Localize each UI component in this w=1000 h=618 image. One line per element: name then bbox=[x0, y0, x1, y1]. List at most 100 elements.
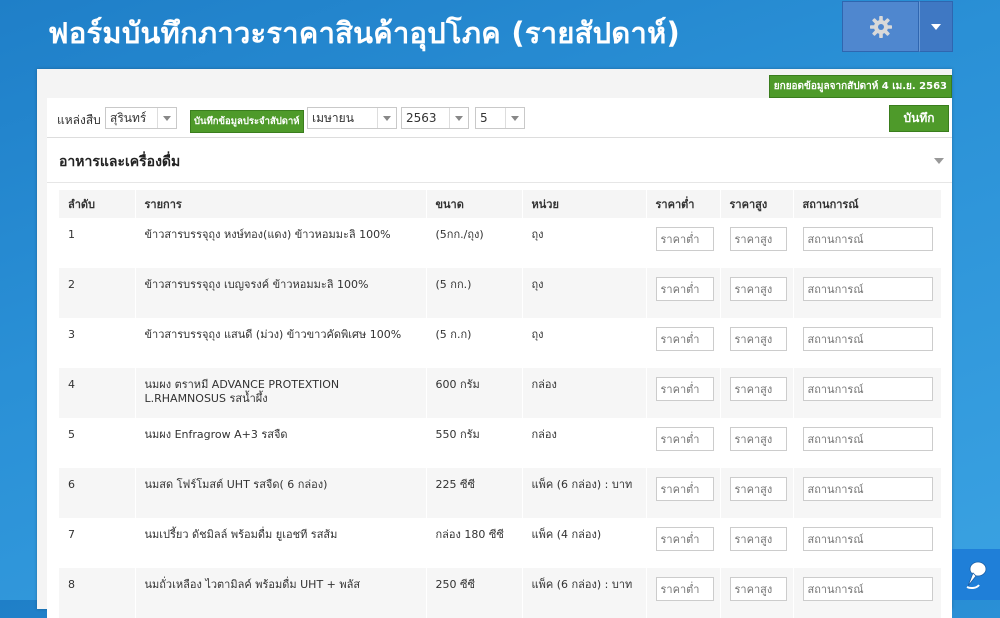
col-header-high-price: ราคาสูง bbox=[720, 190, 794, 218]
status-cell bbox=[793, 468, 942, 518]
high-price-cell bbox=[720, 418, 794, 468]
table-row: 8 นมถั่วเหลือง ไวตามิลค์ พร้อมดื่ม UHT + … bbox=[59, 568, 942, 618]
table-row: 5 นมผง Enfragrow A+3 รสจืด 550 กรัม กล่อง bbox=[59, 418, 942, 468]
low-price-cell bbox=[646, 568, 721, 618]
low-price-cell bbox=[646, 268, 721, 318]
status-cell bbox=[793, 218, 942, 268]
section-title: อาหารและเครื่องดื่ม bbox=[59, 154, 181, 170]
status-input[interactable] bbox=[802, 327, 933, 351]
status-cell bbox=[793, 518, 942, 568]
table-row: 6 นมสด โฟร์โมสต์ UHT รสจืด( 6 กล่อง) 225 ซ… bbox=[59, 468, 942, 518]
high-price-input[interactable] bbox=[729, 427, 787, 451]
high-price-input[interactable] bbox=[729, 477, 787, 501]
row-item: ข้าวสารบรรจุถุง หงษ์ทอง(แดง) ข้าวหอมมะลิ… bbox=[135, 218, 427, 268]
chevron-down-icon bbox=[163, 115, 171, 121]
row-no: 1 bbox=[59, 218, 136, 268]
pin-button[interactable] bbox=[952, 549, 1000, 600]
status-input[interactable] bbox=[802, 227, 933, 251]
row-no: 3 bbox=[59, 318, 136, 368]
row-item: นมสด โฟร์โมสต์ UHT รสจืด( 6 กล่อง) bbox=[135, 468, 427, 518]
low-price-input[interactable] bbox=[655, 577, 714, 601]
status-cell bbox=[793, 568, 942, 618]
high-price-input[interactable] bbox=[729, 577, 787, 601]
high-price-input[interactable] bbox=[729, 527, 787, 551]
status-input[interactable] bbox=[802, 427, 933, 451]
col-header-no: ลำดับ bbox=[59, 190, 136, 218]
row-no: 4 bbox=[59, 368, 136, 418]
row-item: นมเปรี้ยว ดัชมิลล์ พร้อมดื่ม ยูเอชที รสส… bbox=[135, 518, 427, 568]
status-input[interactable] bbox=[802, 377, 933, 401]
table-row: 3 ข้าวสารบรรจุถุง แสนดี (ม่วง) ข้าวขาวคัด… bbox=[59, 318, 942, 368]
high-price-cell bbox=[720, 518, 794, 568]
row-unit: แพ็ค (6 กล่อง) : บาท bbox=[522, 468, 647, 518]
low-price-input[interactable] bbox=[655, 527, 714, 551]
row-unit: ถุง bbox=[522, 218, 647, 268]
source-select[interactable]: สุรินทร์ bbox=[105, 107, 177, 129]
carry-over-badge: ยกยอดข้อมูลจากสัปดาห์ 4 เม.ย. 2563 bbox=[768, 75, 952, 98]
row-no: 2 bbox=[59, 268, 136, 318]
status-input[interactable] bbox=[802, 577, 933, 601]
month-select-value: เมษายน bbox=[312, 111, 354, 125]
row-unit: ถุง bbox=[522, 268, 647, 318]
status-input[interactable] bbox=[802, 477, 933, 501]
low-price-cell bbox=[646, 218, 721, 268]
low-price-input[interactable] bbox=[655, 277, 714, 301]
table-row: 1 ข้าวสารบรรจุถุง หงษ์ทอง(แดง) ข้าวหอมมะล… bbox=[59, 218, 942, 268]
low-price-input[interactable] bbox=[655, 477, 714, 501]
table-header-row: ลำดับ รายการ ขนาด หน่วย ราคาต่ำ ราคาสูง … bbox=[59, 190, 942, 218]
low-price-cell bbox=[646, 518, 721, 568]
low-price-cell bbox=[646, 418, 721, 468]
row-size: 250 ซีซี bbox=[426, 568, 523, 618]
high-price-input[interactable] bbox=[729, 327, 787, 351]
low-price-input[interactable] bbox=[655, 327, 714, 351]
year-select-value: 2563 bbox=[406, 111, 437, 125]
row-item: ข้าวสารบรรจุถุง แสนดี (ม่วง) ข้าวขาวคัดพ… bbox=[135, 318, 427, 368]
col-header-size: ขนาด bbox=[426, 190, 523, 218]
source-select-value: สุรินทร์ bbox=[110, 111, 147, 125]
row-unit: แพ็ค (6 กล่อง) : บาท bbox=[522, 568, 647, 618]
row-size: 600 กรัม bbox=[426, 368, 523, 418]
row-item: นมผง ตราหมี ADVANCE PROTEXTION L.RHAMNOS… bbox=[135, 368, 427, 418]
high-price-cell bbox=[720, 268, 794, 318]
low-price-input[interactable] bbox=[655, 377, 714, 401]
low-price-cell bbox=[646, 468, 721, 518]
year-select[interactable]: 2563 bbox=[401, 107, 469, 129]
save-button[interactable]: บันทึก bbox=[889, 105, 949, 132]
status-cell bbox=[793, 268, 942, 318]
row-no: 8 bbox=[59, 568, 136, 618]
high-price-input[interactable] bbox=[729, 227, 787, 251]
month-select[interactable]: เมษายน bbox=[307, 107, 397, 129]
high-price-input[interactable] bbox=[729, 377, 787, 401]
food-beverage-section: อาหารและเครื่องดื่ม ลำดับ รายการ ขนาด หน… bbox=[47, 138, 952, 618]
chevron-down-icon[interactable] bbox=[934, 158, 944, 164]
pushpin-icon bbox=[966, 561, 987, 589]
low-price-cell bbox=[646, 368, 721, 418]
table-row: 2 ข้าวสารบรรจุถุง เบญจรงค์ ข้าวหอมมะลิ 10… bbox=[59, 268, 942, 318]
price-table: ลำดับ รายการ ขนาด หน่วย ราคาต่ำ ราคาสูง … bbox=[59, 190, 942, 618]
row-size: 550 กรัม bbox=[426, 418, 523, 468]
status-input[interactable] bbox=[802, 527, 933, 551]
gear-icon bbox=[869, 15, 892, 38]
status-input[interactable] bbox=[802, 277, 933, 301]
row-size: กล่อง 180 ซีซี bbox=[426, 518, 523, 568]
low-price-cell bbox=[646, 318, 721, 368]
row-item: นมถั่วเหลือง ไวตามิลค์ พร้อมดื่ม UHT + พ… bbox=[135, 568, 427, 618]
row-unit: แพ็ค (4 กล่อง) bbox=[522, 518, 647, 568]
high-price-cell bbox=[720, 318, 794, 368]
low-price-input[interactable] bbox=[655, 227, 714, 251]
row-unit: ถุง bbox=[522, 318, 647, 368]
weekly-entry-tag: บันทึกข้อมูลประจำสัปดาห์ bbox=[190, 110, 304, 133]
high-price-cell bbox=[720, 218, 794, 268]
settings-dropdown-button[interactable] bbox=[919, 1, 953, 52]
row-size: (5 ก.ก) bbox=[426, 318, 523, 368]
low-price-input[interactable] bbox=[655, 427, 714, 451]
row-no: 5 bbox=[59, 418, 136, 468]
high-price-cell bbox=[720, 568, 794, 618]
row-size: (5กก./ถุง) bbox=[426, 218, 523, 268]
settings-button[interactable] bbox=[842, 1, 919, 52]
high-price-input[interactable] bbox=[729, 277, 787, 301]
row-item: ข้าวสารบรรจุถุง เบญจรงค์ ข้าวหอมมะลิ 100… bbox=[135, 268, 427, 318]
page-title: ฟอร์มบันทึกภาวะราคาสินค้าอุปโภค (รายสัปด… bbox=[48, 16, 681, 50]
week-select[interactable]: 5 bbox=[475, 107, 525, 129]
col-header-status: สถานการณ์ bbox=[793, 190, 942, 218]
